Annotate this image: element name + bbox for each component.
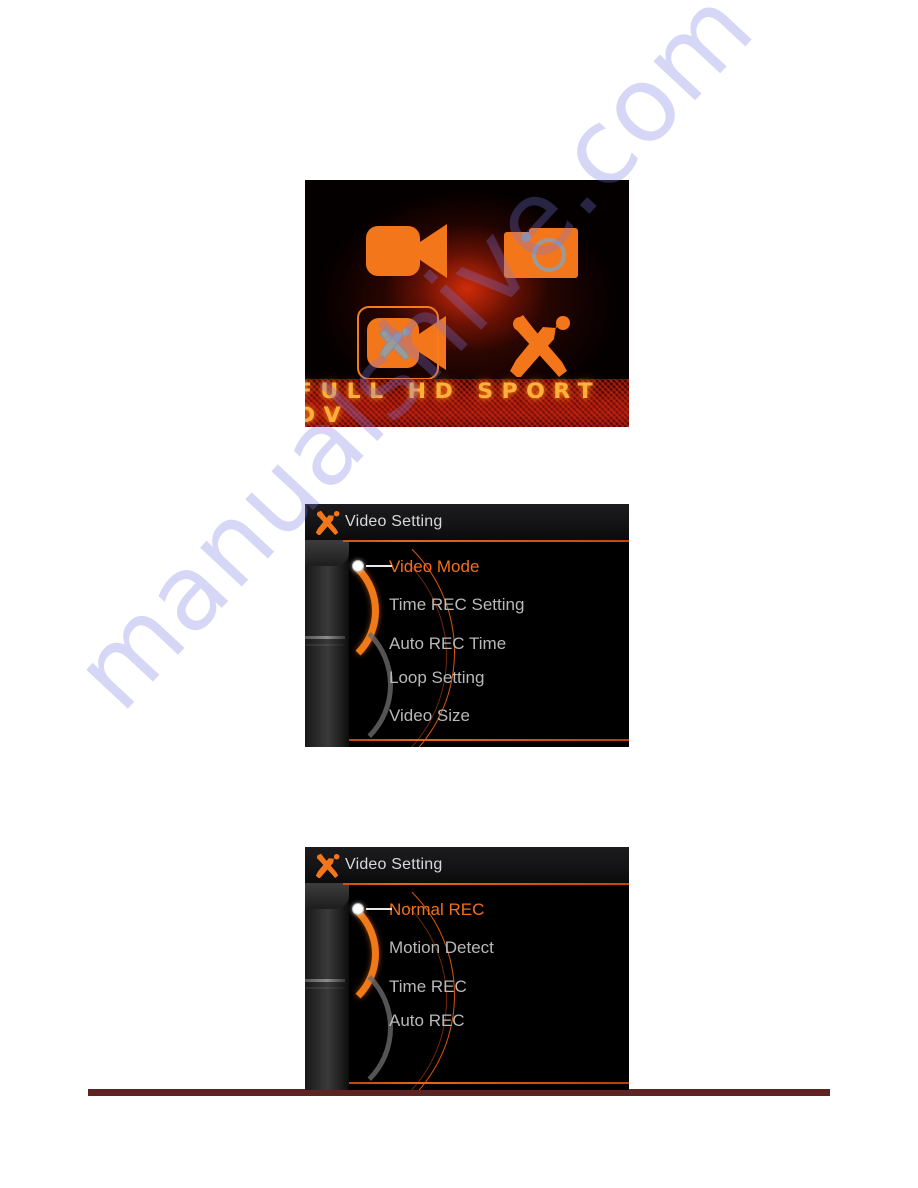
splash-screen: FULL HD SPORT DV xyxy=(305,180,629,427)
menu-item-motion-detect[interactable]: Motion Detect xyxy=(389,939,625,956)
menu-title-text: Video Setting xyxy=(345,513,443,530)
menu-body: Video Mode Time REC Setting Auto REC Tim… xyxy=(305,540,629,747)
hammer-wrench-icon xyxy=(315,510,340,535)
selection-leader-line xyxy=(366,908,392,910)
menu-top-divider xyxy=(343,540,629,542)
hammer-wrench-icon xyxy=(510,315,570,377)
selection-dot-icon xyxy=(352,560,364,572)
page-footer-rule xyxy=(88,1089,830,1096)
splash-banner: FULL HD SPORT DV xyxy=(305,379,629,427)
selection-marker xyxy=(352,903,392,915)
menu-list: Video Mode Time REC Setting Auto REC Tim… xyxy=(389,544,625,724)
menu-item-auto-rec-time[interactable]: Auto REC Time xyxy=(389,635,625,652)
menu-list: Normal REC Motion Detect Time REC Auto R… xyxy=(389,887,625,1029)
menu-item-normal-rec[interactable]: Normal REC xyxy=(389,901,625,918)
splash-item-system-setup[interactable] xyxy=(483,300,599,388)
menu-item-video-size[interactable]: Video Size xyxy=(389,707,625,724)
menu-screen-video-setting-main: Video Setting Video Mode Time REC Settin… xyxy=(305,504,629,747)
menu-item-time-rec-setting[interactable]: Time REC Setting xyxy=(389,596,625,613)
menu-item-time-rec[interactable]: Time REC xyxy=(389,978,625,995)
menu-title-text: Video Setting xyxy=(345,856,443,873)
menu-body: Normal REC Motion Detect Time REC Auto R… xyxy=(305,883,629,1090)
selection-leader-line xyxy=(366,565,392,567)
splash-item-video-record[interactable] xyxy=(349,210,465,292)
selection-marker xyxy=(352,560,392,572)
hammer-wrench-icon xyxy=(315,853,340,878)
splash-item-video-setting[interactable] xyxy=(349,300,465,388)
splash-item-photo-capture[interactable] xyxy=(483,210,599,292)
splash-banner-text: FULL HD SPORT DV xyxy=(305,379,602,427)
menu-bottom-divider xyxy=(349,1082,629,1084)
selection-highlight-box xyxy=(357,306,439,380)
splash-icon-grid xyxy=(305,180,629,380)
menu-screen-video-mode-submenu: Video Setting Normal REC Motion Detect T… xyxy=(305,847,629,1090)
selection-dot-icon xyxy=(352,903,364,915)
menu-item-loop-setting[interactable]: Loop Setting xyxy=(389,669,625,686)
video-camera-icon xyxy=(366,224,447,278)
menu-top-divider xyxy=(343,883,629,885)
menu-title-bar: Video Setting xyxy=(305,504,629,540)
photo-camera-icon xyxy=(504,228,578,278)
menu-item-auto-rec[interactable]: Auto REC xyxy=(389,1012,625,1029)
menu-title-bar: Video Setting xyxy=(305,847,629,883)
menu-item-video-mode[interactable]: Video Mode xyxy=(389,558,625,575)
menu-bottom-divider xyxy=(349,739,629,741)
